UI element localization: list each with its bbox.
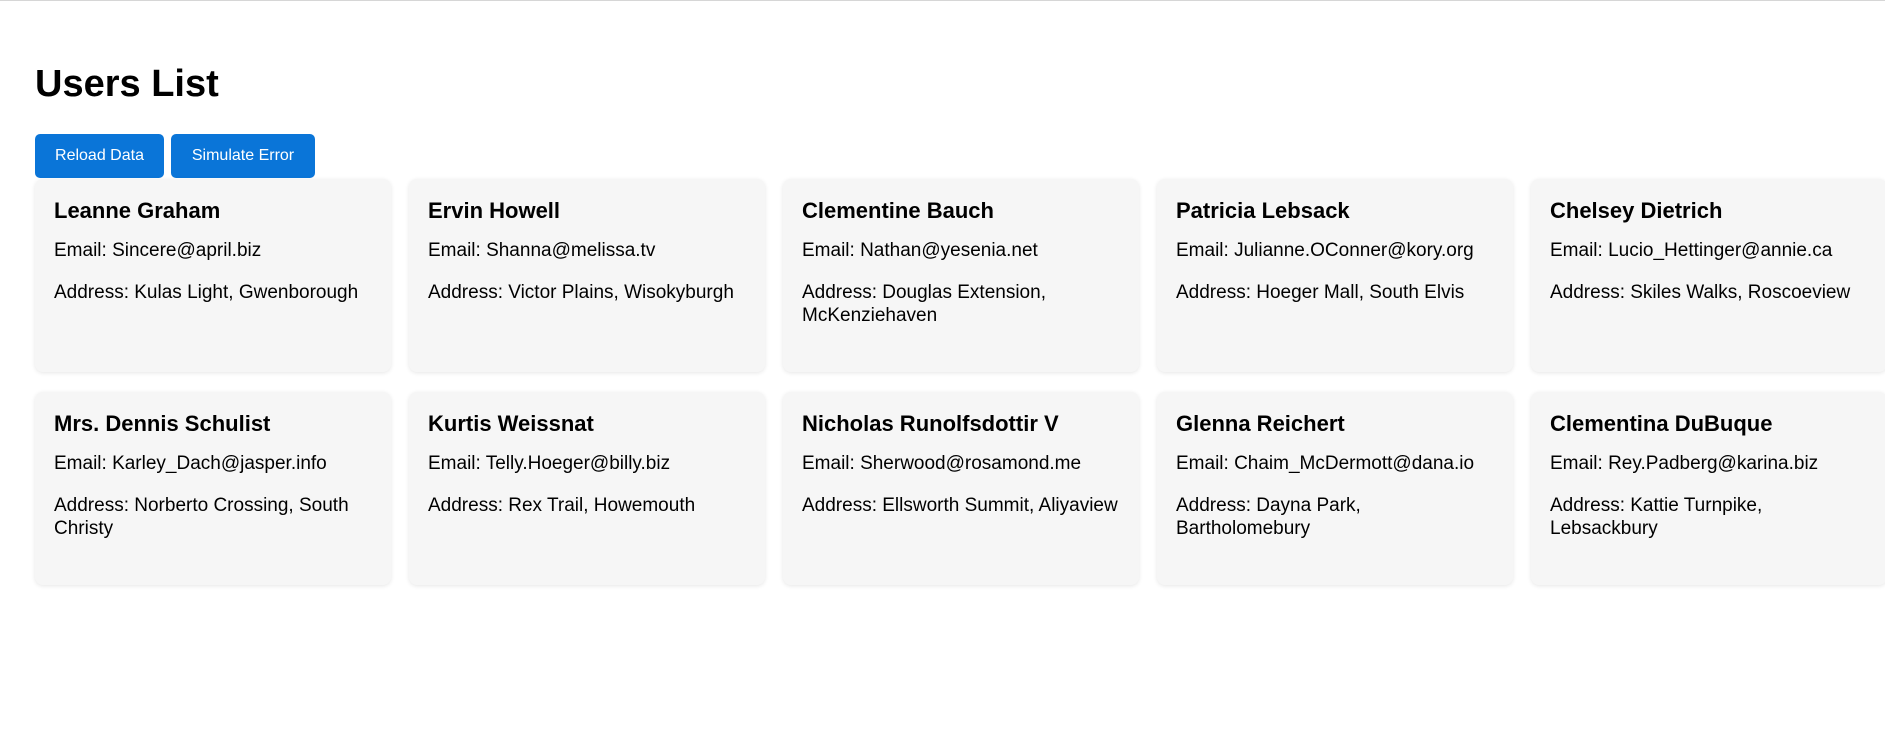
user-email: Email: Lucio_Hettinger@annie.ca <box>1550 240 1833 261</box>
user-email: Email: Sherwood@rosamond.me <box>802 453 1082 474</box>
toolbar: Reload Data Simulate Error <box>35 134 1885 178</box>
user-card: Ervin Howell Email: Shanna@melissa.tv Ad… <box>409 179 765 372</box>
user-email: Email: Nathan@yesenia.net <box>802 240 1038 261</box>
user-email: Email: Karley_Dach@jasper.info <box>54 453 327 474</box>
user-email: Email: Telly.Hoeger@billy.biz <box>428 453 671 474</box>
user-card: Patricia Lebsack Email: Julianne.OConner… <box>1157 179 1513 372</box>
user-address: Address: Dayna Park, Bartholomebury <box>1176 495 1361 539</box>
user-card: Chelsey Dietrich Email: Lucio_Hettinger@… <box>1531 179 1885 372</box>
user-card: Leanne Graham Email: Sincere@april.biz A… <box>35 179 391 372</box>
user-card: Nicholas Runolfsdottir V Email: Sherwood… <box>783 392 1139 585</box>
user-name: Chelsey Dietrich <box>1550 198 1723 223</box>
user-address: Address: Skiles Walks, Roscoeview <box>1550 282 1851 303</box>
user-address: Address: Rex Trail, Howemouth <box>428 495 696 516</box>
user-card-grid: Leanne Graham Email: Sincere@april.biz A… <box>35 179 1885 585</box>
top-divider <box>0 0 1885 1</box>
user-card: Clementine Bauch Email: Nathan@yesenia.n… <box>783 179 1139 372</box>
user-address: Address: Victor Plains, Wisokyburgh <box>428 282 734 303</box>
user-card: Glenna Reichert Email: Chaim_McDermott@d… <box>1157 392 1513 585</box>
user-card: Mrs. Dennis Schulist Email: Karley_Dach@… <box>35 392 391 585</box>
user-address: Address: Ellsworth Summit, Aliyaview <box>802 495 1118 516</box>
user-name: Ervin Howell <box>428 198 561 223</box>
user-address: Address: Kulas Light, Gwenborough <box>54 282 359 303</box>
users-page: Users List Reload Data Simulate Error Le… <box>35 56 1885 585</box>
user-name: Mrs. Dennis Schulist <box>54 411 271 436</box>
user-card: Clementina DuBuque Email: Rey.Padberg@ka… <box>1531 392 1885 585</box>
user-email: Email: Shanna@melissa.tv <box>428 240 656 261</box>
user-card: Kurtis Weissnat Email: Telly.Hoeger@bill… <box>409 392 765 585</box>
user-name: Kurtis Weissnat <box>428 411 594 436</box>
user-email: Email: Chaim_McDermott@dana.io <box>1176 453 1475 474</box>
page-title: Users List <box>35 63 219 105</box>
user-address: Address: Douglas Extension, McKenziehave… <box>802 282 1046 326</box>
user-name: Patricia Lebsack <box>1176 198 1350 223</box>
reload-data-button[interactable]: Reload Data <box>35 134 164 178</box>
user-email: Email: Julianne.OConner@kory.org <box>1176 240 1474 261</box>
user-name: Clementina DuBuque <box>1550 411 1773 436</box>
user-address: Address: Norberto Crossing, South Christ… <box>54 495 349 539</box>
user-name: Clementine Bauch <box>802 198 994 223</box>
user-email: Email: Rey.Padberg@karina.biz <box>1550 453 1819 474</box>
user-name: Nicholas Runolfsdottir V <box>802 411 1059 436</box>
user-address: Address: Hoeger Mall, South Elvis <box>1176 282 1465 303</box>
simulate-error-button[interactable]: Simulate Error <box>171 134 315 178</box>
user-email: Email: Sincere@april.biz <box>54 240 262 261</box>
user-name: Leanne Graham <box>54 198 221 223</box>
user-name: Glenna Reichert <box>1176 411 1345 436</box>
user-address: Address: Kattie Turnpike, Lebsackbury <box>1550 495 1763 539</box>
